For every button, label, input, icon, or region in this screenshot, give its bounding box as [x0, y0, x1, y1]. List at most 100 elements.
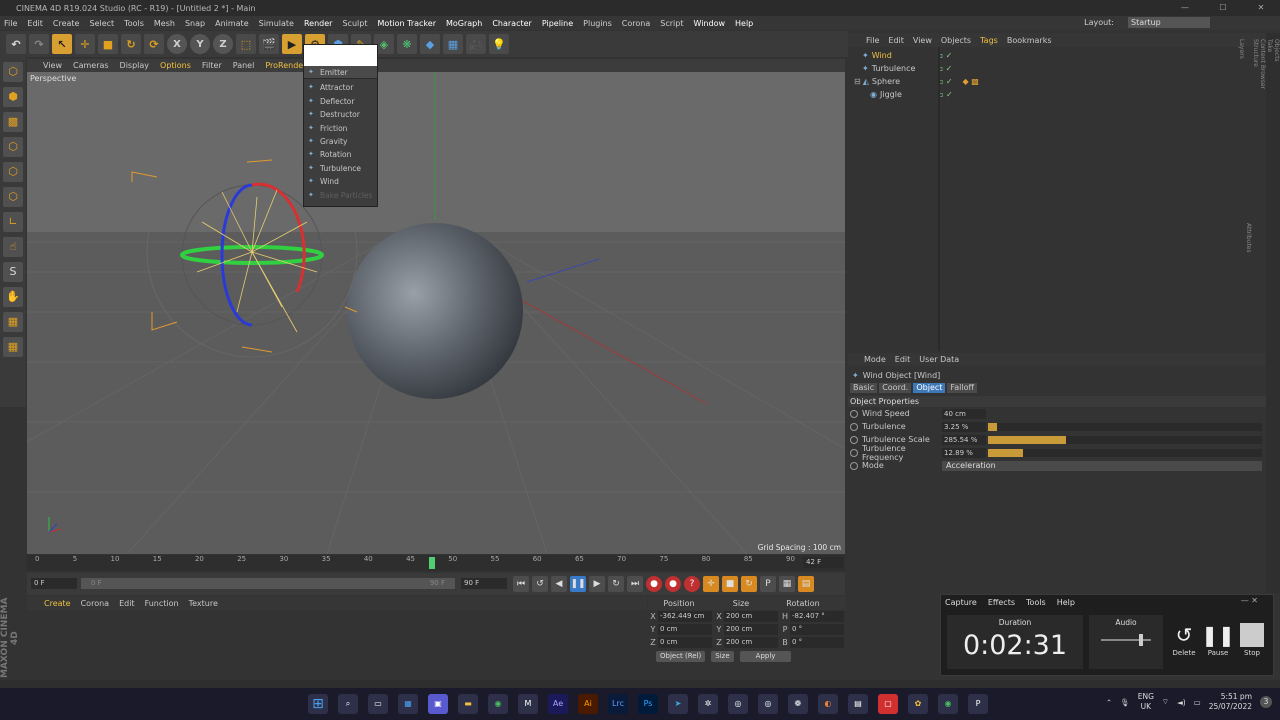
app-icon[interactable]: ✲ — [698, 694, 718, 714]
objmenu-objects[interactable]: Objects — [941, 36, 971, 45]
timeline-ruler[interactable]: 0 5 10 15 20 25 30 35 40 45 50 55 60 65 70 75 80 85 90 42 … — [27, 555, 845, 571]
menu-motion-tracker[interactable]: Motion Tracker — [377, 19, 436, 28]
viewport-menu-panel[interactable]: Panel — [233, 61, 255, 70]
capture-menu-help[interactable]: Help — [1057, 598, 1075, 607]
goto-end-icon[interactable]: ⏭ — [627, 576, 643, 592]
objmenu-tags[interactable]: Tags — [980, 36, 998, 45]
capture-close-icon[interactable]: — ✕ — [1241, 596, 1258, 605]
visibility-check-icon[interactable]: ▫ ✓ — [938, 90, 953, 99]
z-axis-button[interactable]: Z — [213, 34, 233, 54]
telegram-icon[interactable]: ➤ — [668, 694, 688, 714]
menu-character[interactable]: Character — [492, 19, 532, 28]
position-x-field[interactable]: -362.449 cm — [658, 611, 712, 622]
rotate-icon[interactable]: ↻ — [121, 34, 141, 54]
scale-icon[interactable]: ■ — [98, 34, 118, 54]
animate-radio[interactable] — [850, 409, 858, 418]
menu-plugins[interactable]: Plugins — [583, 19, 612, 28]
menu-tools[interactable]: Tools — [124, 19, 144, 28]
end-frame-field[interactable]: 90 F — [461, 578, 507, 589]
maximize-button[interactable]: ☐ — [1204, 0, 1242, 16]
side-tab-content-browser[interactable]: Content Browser — [1259, 39, 1266, 587]
capture-menu-effects[interactable]: Effects — [988, 598, 1015, 607]
volume-icon[interactable]: ◄) — [1177, 698, 1186, 707]
clock[interactable]: 5:51 pm 25/07/2022 — [1209, 692, 1252, 712]
audio-slider-knob[interactable] — [1139, 634, 1143, 646]
rotation-p-field[interactable]: 0 ° — [790, 624, 844, 635]
tray-chevron-icon[interactable]: ⌃ — [1106, 698, 1112, 707]
tab-coord[interactable]: Coord. — [879, 383, 912, 393]
file-explorer-icon[interactable]: ▬ — [458, 694, 478, 714]
animate-radio[interactable] — [850, 448, 858, 457]
turbulence-field[interactable]: 3.25 % — [942, 421, 986, 432]
notification-badge[interactable]: 3 — [1260, 696, 1272, 708]
menu-snap[interactable]: Snap — [185, 19, 205, 28]
points-mode-icon[interactable]: ⬡ — [3, 137, 23, 157]
coord-mode-dropdown[interactable]: Object (Rel) — [656, 651, 706, 662]
workplane-icon[interactable]: ✋ — [3, 287, 23, 307]
move-icon[interactable]: ✛ — [75, 34, 95, 54]
lock-workplane-icon[interactable]: ▦ — [3, 312, 23, 332]
expand-icon[interactable]: ⊟ — [854, 77, 861, 86]
chrome-icon[interactable]: ◉ — [488, 694, 508, 714]
viewport-menu-view[interactable]: View — [43, 61, 62, 70]
turbulence-frequency-field[interactable]: 12.89 % — [942, 447, 986, 458]
lightroom-icon[interactable]: Lrc — [608, 694, 628, 714]
autokey-icon[interactable]: ● — [665, 576, 681, 592]
edges-mode-icon[interactable]: ⬡ — [3, 162, 23, 182]
teams-icon[interactable]: ▣ — [428, 694, 448, 714]
app-icon[interactable]: ▢ — [878, 694, 898, 714]
current-frame-field[interactable]: 42 F — [803, 557, 843, 568]
animate-radio[interactable] — [850, 422, 858, 431]
layout-dropdown[interactable]: Startup — [1128, 17, 1210, 28]
texture-mode-icon[interactable]: ▩ — [3, 112, 23, 132]
turbulence-frequency-slider[interactable] — [988, 448, 1262, 457]
menu-item-wind[interactable]: Wind — [304, 175, 377, 189]
axis-mode-icon[interactable]: ∟ — [3, 212, 23, 232]
menu-mesh[interactable]: Mesh — [154, 19, 175, 28]
object-row-turbulence[interactable]: ✦ Turbulence ▫ ✓ — [852, 62, 1262, 75]
object-row-sphere[interactable]: ⊟ ◭ Sphere ▫ ✓ ◆ ▩ — [852, 75, 1262, 88]
menu-item-gravity[interactable]: Gravity — [304, 135, 377, 149]
polygons-mode-icon[interactable]: ⬡ — [3, 187, 23, 207]
tweak-icon[interactable]: ☝ — [3, 237, 23, 257]
key-position-icon[interactable]: ✛ — [703, 576, 719, 592]
chrome-icon[interactable]: ◉ — [938, 694, 958, 714]
microphone-icon[interactable]: 🎙 — [1120, 698, 1130, 707]
viewport-menu-prorender[interactable]: ProRender — [265, 61, 306, 70]
timeline-icon[interactable]: ▤ — [798, 576, 814, 592]
viewport-menu-options[interactable]: Options — [160, 61, 191, 70]
capture-menu-capture[interactable]: Capture — [945, 598, 977, 607]
store-icon[interactable]: ▤ — [848, 694, 868, 714]
animate-radio[interactable] — [850, 435, 858, 444]
menu-mograph[interactable]: MoGraph — [446, 19, 482, 28]
camera-icon[interactable]: 🎥 — [466, 34, 486, 54]
objmenu-edit[interactable]: Edit — [888, 36, 904, 45]
size-z-field[interactable]: 200 cm — [724, 637, 778, 648]
material-menu-texture[interactable]: Texture — [189, 599, 218, 608]
app-icon[interactable]: ◐ — [818, 694, 838, 714]
prev-key-icon[interactable]: ↺ — [532, 576, 548, 592]
menu-window[interactable]: Window — [693, 19, 725, 28]
visibility-check-icon[interactable]: ▫ ✓ — [938, 77, 953, 86]
objmenu-view[interactable]: View — [913, 36, 932, 45]
grid-icon[interactable]: ▦ — [3, 337, 23, 357]
deformer-icon[interactable]: ◆ — [420, 34, 440, 54]
widgets-icon[interactable]: ▦ — [398, 694, 418, 714]
coord-system-icon[interactable]: ⬚ — [236, 34, 256, 54]
after-effects-icon[interactable]: Ae — [548, 694, 568, 714]
wifi-icon[interactable]: ⌔ — [1162, 697, 1169, 707]
viewport-menu-cameras[interactable]: Cameras — [73, 61, 109, 70]
start-frame-field[interactable]: 0 F — [31, 578, 77, 589]
model-mode-icon[interactable]: ⬢ — [3, 87, 23, 107]
objmenu-bookmarks[interactable]: Bookmarks — [1007, 36, 1052, 45]
menu-create[interactable]: Create — [53, 19, 80, 28]
menu-item-turbulence[interactable]: Turbulence — [304, 162, 377, 176]
menu-help[interactable]: Help — [735, 19, 753, 28]
turbulence-scale-field[interactable]: 285.54 % — [942, 434, 986, 445]
frame-range-slider[interactable]: 0 F 90 F — [81, 578, 455, 589]
menu-sculpt[interactable]: Sculpt — [342, 19, 367, 28]
wind-speed-field[interactable]: 40 cm — [942, 408, 986, 419]
y-axis-button[interactable]: Y — [190, 34, 210, 54]
audio-slider[interactable] — [1101, 634, 1151, 646]
size-x-field[interactable]: 200 cm — [724, 611, 778, 622]
